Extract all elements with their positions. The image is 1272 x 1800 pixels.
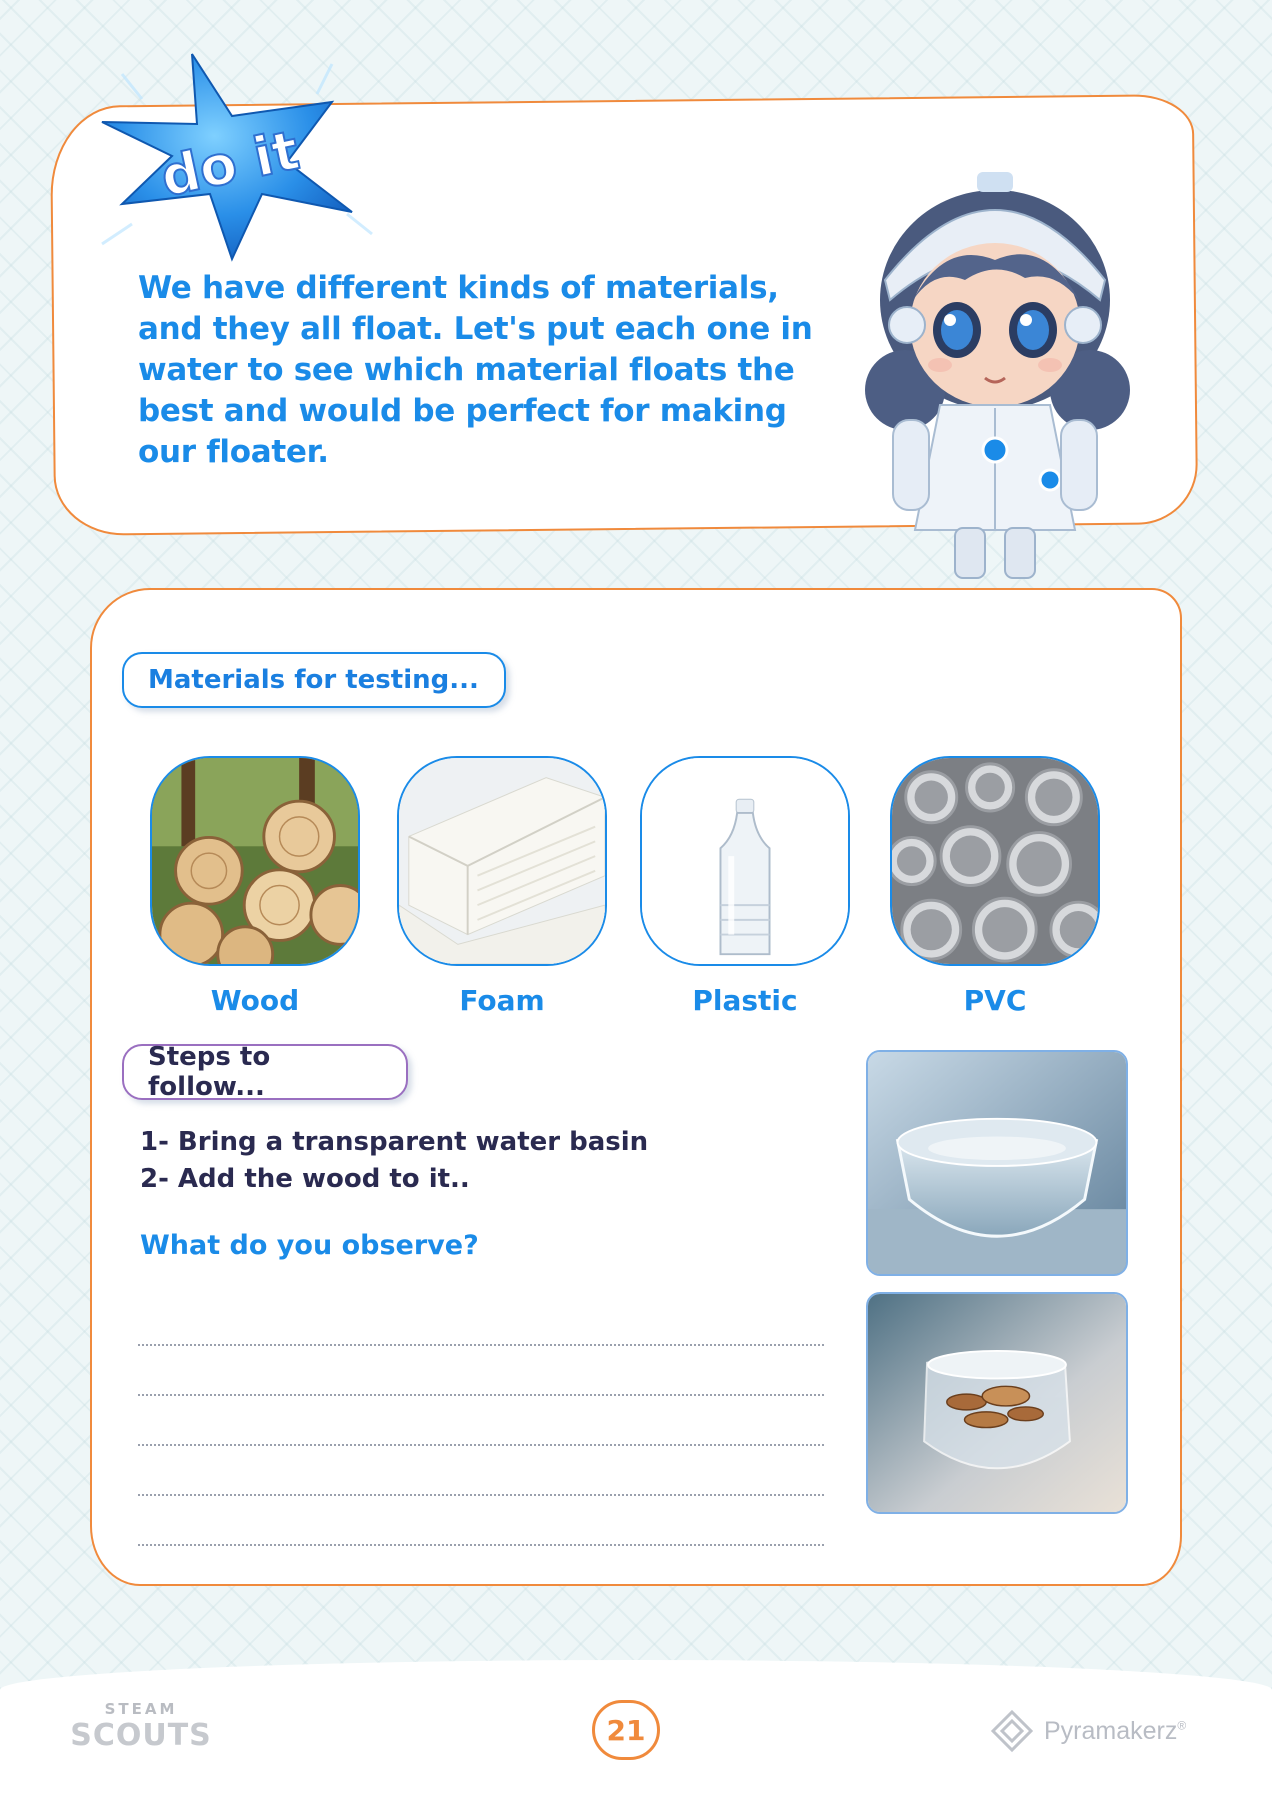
registered-mark: ® — [1177, 1718, 1187, 1733]
pyramakerz-mark-icon — [990, 1709, 1034, 1753]
materials-heading: Materials for testing... — [122, 652, 506, 708]
answer-line[interactable] — [138, 1396, 824, 1446]
material-pvc: PVC — [890, 756, 1100, 1017]
logo-line-top: STEAM — [104, 1700, 178, 1718]
material-plastic: Plastic — [640, 756, 850, 1017]
answer-line[interactable] — [138, 1446, 824, 1496]
observation-question: What do you observe? — [140, 1230, 479, 1261]
answer-lines — [138, 1296, 824, 1546]
steps-heading: Steps to follow... — [122, 1042, 408, 1102]
material-wood: Wood — [150, 756, 360, 1017]
steps-list: 1- Bring a transparent water basin 2- Ad… — [140, 1124, 860, 1198]
pyramakerz-name: Pyramakerz® — [1044, 1716, 1187, 1745]
answer-line[interactable] — [138, 1496, 824, 1546]
star-icon: do it — [101, 53, 373, 262]
do-it-star-badge: do it — [82, 44, 402, 274]
material-label: Foam — [459, 984, 545, 1017]
material-label: Wood — [210, 984, 300, 1017]
step-item: 1- Bring a transparent water basin — [140, 1127, 649, 1157]
intro-paragraph: We have different kinds of materials, an… — [138, 270, 813, 470]
astronaut-girl-character — [845, 150, 1145, 590]
step-item: 2- Add the wood to it.. — [140, 1164, 470, 1194]
wood-in-water-photo — [866, 1292, 1128, 1514]
answer-line[interactable] — [138, 1346, 824, 1396]
plastic-bottle-image — [640, 756, 850, 966]
pvc-pipes-image — [890, 756, 1100, 966]
steam-scouts-logo: STEAM SCOUTS — [66, 1700, 216, 1756]
material-label: Plastic — [692, 984, 798, 1017]
logo-line-bottom: SCOUTS — [70, 1718, 212, 1753]
water-basin-photo — [866, 1050, 1128, 1276]
material-foam: Foam — [397, 756, 607, 1017]
page-number: 21 — [592, 1700, 660, 1760]
material-label: PVC — [963, 984, 1027, 1017]
answer-line[interactable] — [138, 1296, 824, 1346]
wood-image — [150, 756, 360, 966]
foam-image — [397, 756, 607, 966]
pyramakerz-logo: Pyramakerz® — [990, 1706, 1210, 1756]
